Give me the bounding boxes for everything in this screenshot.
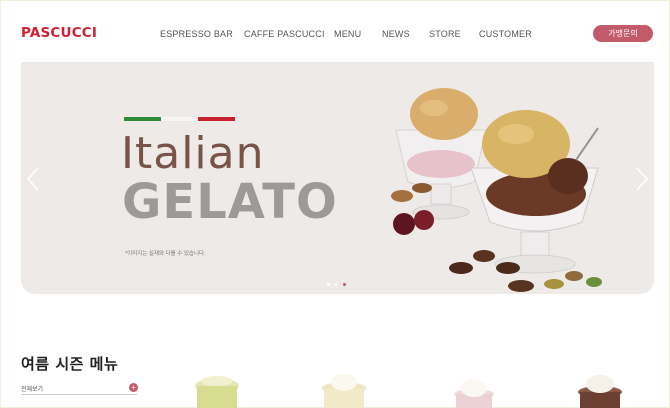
hero-disclaimer: *이미지는 실제와 다를 수 있습니다.	[125, 251, 206, 257]
nav-store[interactable]: STORE	[429, 29, 461, 39]
flag-stripe-red	[198, 117, 235, 121]
chevron-left-icon[interactable]	[26, 166, 40, 192]
main-nav: ESPRESSO BAR CAFFE PASCUCCI MENU NEWS ST…	[0, 29, 670, 41]
site-header: PASCUCCI ESPRESSO BAR CAFFE PASCUCCI MEN…	[0, 0, 670, 62]
nav-menu[interactable]: MENU	[334, 29, 361, 39]
slide-dot-3[interactable]	[343, 283, 346, 286]
view-all-divider	[21, 394, 137, 395]
nav-caffe-pascucci[interactable]: CAFFE PASCUCCI	[244, 29, 325, 39]
flag-stripe-green	[124, 117, 161, 121]
hero-title-italian: Italian	[121, 128, 265, 179]
hero-title-gelato: GELATO	[122, 174, 338, 230]
flag-stripe-white	[161, 117, 198, 121]
plus-icon[interactable]: +	[129, 383, 138, 392]
product-drink-3[interactable]	[450, 374, 498, 408]
gelato-cups-image	[391, 88, 602, 292]
nav-customer[interactable]: CUSTOMER	[479, 29, 532, 39]
section-title: 여름 시즌 메뉴	[21, 355, 119, 373]
slide-dot-1[interactable]	[327, 283, 330, 286]
product-drink-1[interactable]	[193, 374, 241, 408]
nav-espresso-bar[interactable]: ESPRESSO BAR	[160, 29, 233, 39]
product-drink-2[interactable]	[320, 374, 368, 408]
slide-indicator	[327, 283, 349, 287]
product-drink-4[interactable]	[576, 374, 624, 408]
nav-news[interactable]: NEWS	[382, 29, 410, 39]
chevron-right-icon[interactable]	[635, 166, 649, 192]
slide-dot-2[interactable]	[335, 283, 338, 286]
view-all-link[interactable]: 전체보기	[21, 384, 43, 393]
franchise-inquiry-button[interactable]: 가맹문의	[593, 25, 653, 42]
hero-banner: Italian GELATO *이미지는 실제와 다를 수 있습니다.	[21, 62, 654, 294]
